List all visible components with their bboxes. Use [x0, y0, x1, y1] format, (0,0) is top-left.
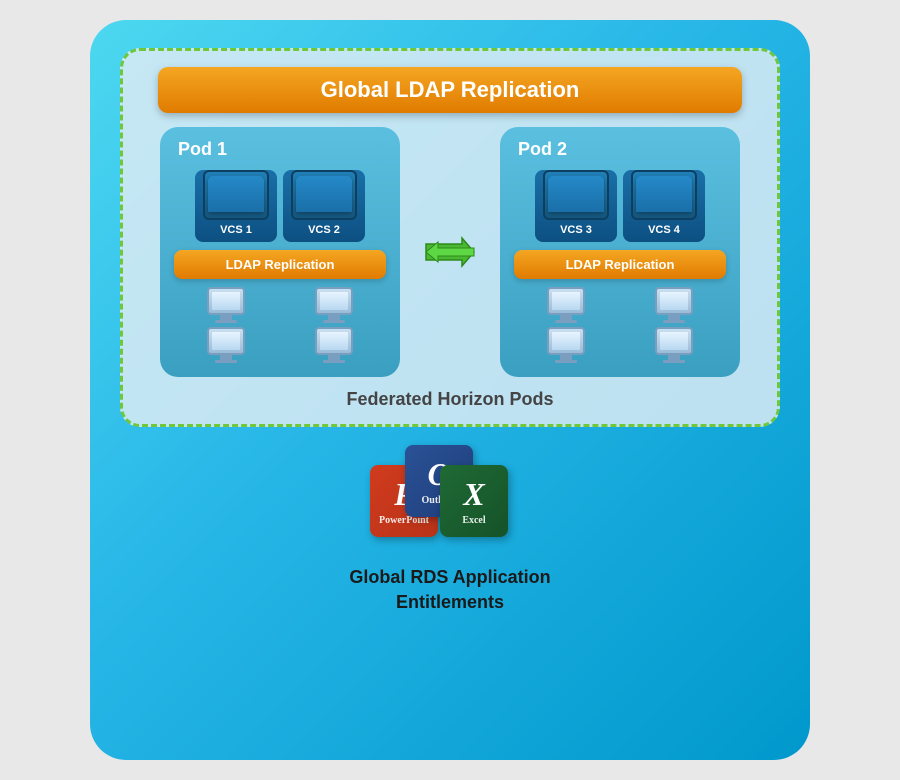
- bottom-label-line2: Entitlements: [349, 590, 550, 615]
- pod2-vcs4-rack: [631, 170, 697, 220]
- pod1-vcs1-rack: [203, 170, 269, 220]
- pod2-pc4: [655, 327, 693, 363]
- pod2-vcs4-label: VCS 4: [648, 224, 680, 236]
- pod2-pc3: [547, 327, 585, 363]
- pod1-pc2: [315, 287, 353, 323]
- rack-line: [299, 193, 349, 197]
- pod2-vcs3-rack: [543, 170, 609, 220]
- pod2-pc1: [547, 287, 585, 323]
- pod1-pc4: [315, 327, 353, 363]
- pod1-vcs1-block: VCS 1: [195, 170, 277, 242]
- pod2-computers-grid: [514, 287, 726, 363]
- pod1-vcs1-label: VCS 1: [220, 224, 252, 236]
- base: [323, 320, 345, 323]
- main-diagram-container: Global LDAP Replication Pod 1 VCS 1: [90, 20, 810, 760]
- rack-line: [211, 186, 261, 190]
- federated-label: Federated Horizon Pods: [346, 389, 553, 410]
- pod2-title: Pod 2: [518, 139, 567, 160]
- excel-icon: X Excel: [440, 465, 508, 537]
- pods-row: Pod 1 VCS 1: [139, 127, 761, 377]
- pod1-pc3: [207, 327, 245, 363]
- rack-line: [639, 193, 689, 197]
- rack-line: [299, 200, 349, 204]
- pod2-pc2: [655, 287, 693, 323]
- bottom-label-line1: Global RDS Application: [349, 565, 550, 590]
- federated-horizon-box: Global LDAP Replication Pod 1 VCS 1: [120, 48, 780, 427]
- base: [215, 360, 237, 363]
- pod1-ldap-rep-label: LDAP Replication: [226, 257, 335, 272]
- rack-line: [299, 186, 349, 190]
- rack-line: [211, 200, 261, 204]
- pod2-vcs3-block: VCS 3: [535, 170, 617, 242]
- rack-line: [639, 200, 689, 204]
- monitor-icon: [547, 287, 585, 315]
- pod2: Pod 2 VCS 3: [500, 127, 740, 377]
- monitor-icon: [655, 287, 693, 315]
- base: [663, 360, 685, 363]
- base: [323, 360, 345, 363]
- pod1-pc1: [207, 287, 245, 323]
- pod1-computers-grid: [174, 287, 386, 363]
- bottom-label: Global RDS Application Entitlements: [349, 565, 550, 615]
- pod1-vcs-row: VCS 1 VCS 2: [174, 170, 386, 242]
- monitor-icon: [655, 327, 693, 355]
- global-ldap-banner: Global LDAP Replication: [158, 67, 743, 113]
- monitor-icon: [207, 287, 245, 315]
- pod2-vcs-row: VCS 3 VCS 4: [514, 170, 726, 242]
- pod1-title: Pod 1: [178, 139, 227, 160]
- pod2-ldap-rep-label: LDAP Replication: [566, 257, 675, 272]
- rack-line: [639, 186, 689, 190]
- pod1-vcs2-block: VCS 2: [283, 170, 365, 242]
- rack-line: [551, 186, 601, 190]
- bottom-section: P PowerPoint O Outlook X Excel Global RD…: [349, 445, 550, 615]
- excel-letter: X: [463, 476, 484, 513]
- monitor-icon: [315, 287, 353, 315]
- rack-line: [211, 193, 261, 197]
- global-ldap-label: Global LDAP Replication: [321, 77, 580, 102]
- monitor-icon: [315, 327, 353, 355]
- monitor-icon: [547, 327, 585, 355]
- replication-arrow: [420, 234, 480, 270]
- base: [555, 360, 577, 363]
- pod1-ldap-rep-bar: LDAP Replication: [174, 250, 386, 279]
- federated-label-text: Federated Horizon Pods: [346, 389, 553, 409]
- pod2-vcs3-label: VCS 3: [560, 224, 592, 236]
- pod2-vcs4-block: VCS 4: [623, 170, 705, 242]
- bidirectional-arrow-icon: [420, 234, 480, 270]
- pod1-vcs2-rack: [291, 170, 357, 220]
- monitor-icon: [207, 327, 245, 355]
- base: [555, 320, 577, 323]
- office-icons-cluster: P PowerPoint O Outlook X Excel: [370, 445, 530, 555]
- base: [215, 320, 237, 323]
- rack-line: [551, 200, 601, 204]
- pod1-vcs2-label: VCS 2: [308, 224, 340, 236]
- pod2-ldap-rep-bar: LDAP Replication: [514, 250, 726, 279]
- base: [663, 320, 685, 323]
- pod1: Pod 1 VCS 1: [160, 127, 400, 377]
- rack-line: [551, 193, 601, 197]
- excel-sub: Excel: [462, 515, 485, 526]
